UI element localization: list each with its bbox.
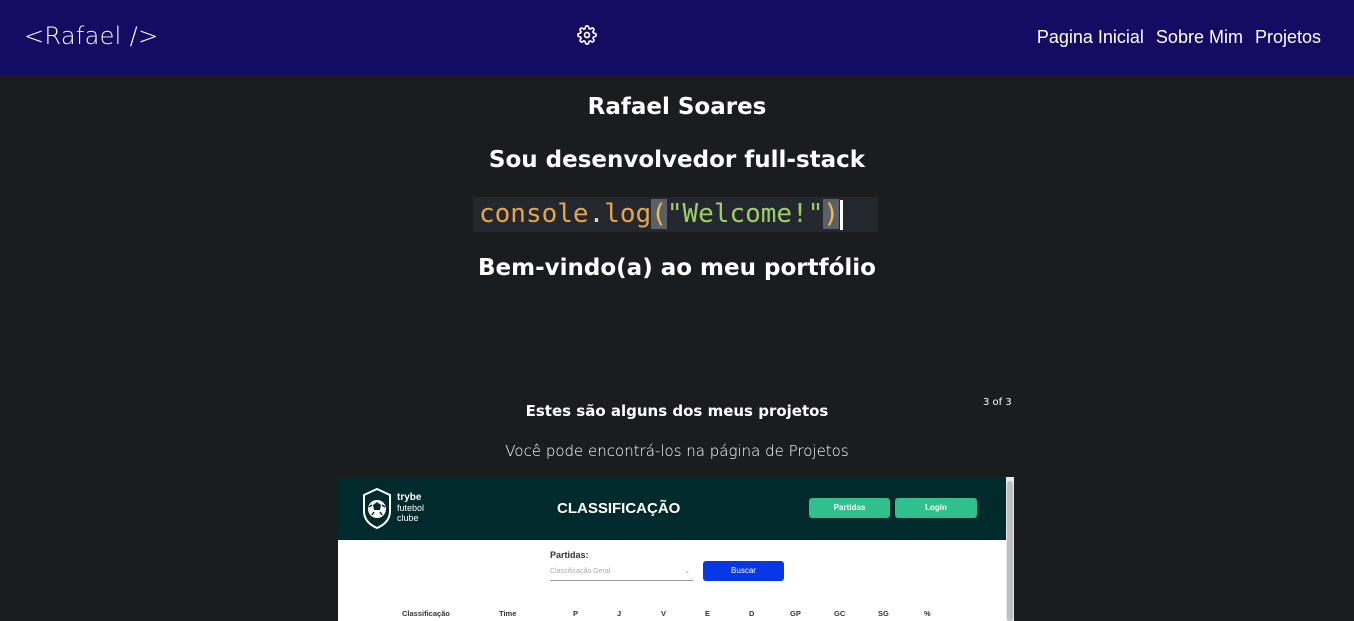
brand-logo[interactable]: <Rafael /> <box>24 22 158 50</box>
chevron-down-icon: ⌄ <box>684 568 690 575</box>
preview-heading: CLASSIFICAÇÃO <box>557 500 681 517</box>
trybe-futebol-clube-logo <box>363 487 391 529</box>
table-header: GC <box>834 609 846 618</box>
navbar: <Rafael /> Pagina Inicial Sobre Mim Proj… <box>0 0 1354 75</box>
project-preview-image[interactable]: trybe futebol clube CLASSIFICAÇÃO Partid… <box>338 477 1014 621</box>
table-header: GP <box>790 609 801 618</box>
code-snippet: console.log("Welcome!") <box>473 197 878 232</box>
nav-links: Pagina Inicial Sobre Mim Projetos <box>1037 27 1321 48</box>
hero-welcome: Bem-vindo(a) ao meu portfólio <box>478 255 876 281</box>
table-header: V <box>661 609 667 618</box>
table-header: P <box>573 609 579 618</box>
preview-header: trybe futebol clube CLASSIFICAÇÃO Partid… <box>338 477 1006 540</box>
hero-role: Sou desenvolvedor full-stack <box>488 147 866 173</box>
code-string: "Welcome!" <box>666 199 824 229</box>
projects-title: Estes são alguns dos meus projetos <box>525 402 829 420</box>
preview-scrollbar-thumb[interactable] <box>1007 481 1013 621</box>
projects-subtitle: Você pode encontrá-los na página de Proj… <box>505 442 849 460</box>
carousel-counter: 3 of 3 <box>983 397 1012 408</box>
table-header: J <box>617 609 622 618</box>
code-object: console <box>479 199 589 229</box>
text-cursor <box>840 199 844 230</box>
table-header: % <box>924 609 931 618</box>
nav-link-projects[interactable]: Projetos <box>1255 27 1321 48</box>
preview-login-button[interactable]: Login <box>895 498 977 518</box>
code-method: log <box>604 199 652 229</box>
hero-name: Rafael Soares <box>587 94 767 120</box>
nav-link-about[interactable]: Sobre Mim <box>1156 27 1243 48</box>
preview-filter-label: Partidas: <box>550 550 589 560</box>
preview-search-button[interactable]: Buscar <box>703 561 784 581</box>
table-header: E <box>705 609 711 618</box>
nav-link-home[interactable]: Pagina Inicial <box>1037 27 1144 48</box>
table-header: Classificação <box>402 609 450 618</box>
table-header: SG <box>878 609 889 618</box>
code-dot: . <box>588 199 605 229</box>
preview-filter-select[interactable]: Classificação Geral ⌄ <box>550 565 693 581</box>
code-open-paren: ( <box>651 199 667 229</box>
table-header: D <box>749 609 755 618</box>
gear-icon[interactable] <box>577 25 597 45</box>
code-close-paren: ) <box>823 199 840 229</box>
table-header: Time <box>499 609 517 618</box>
preview-partidas-button[interactable]: Partidas <box>809 498 890 518</box>
preview-logo-text: trybe futebol clube <box>397 492 425 524</box>
preview-scrollbar[interactable] <box>1006 477 1014 621</box>
